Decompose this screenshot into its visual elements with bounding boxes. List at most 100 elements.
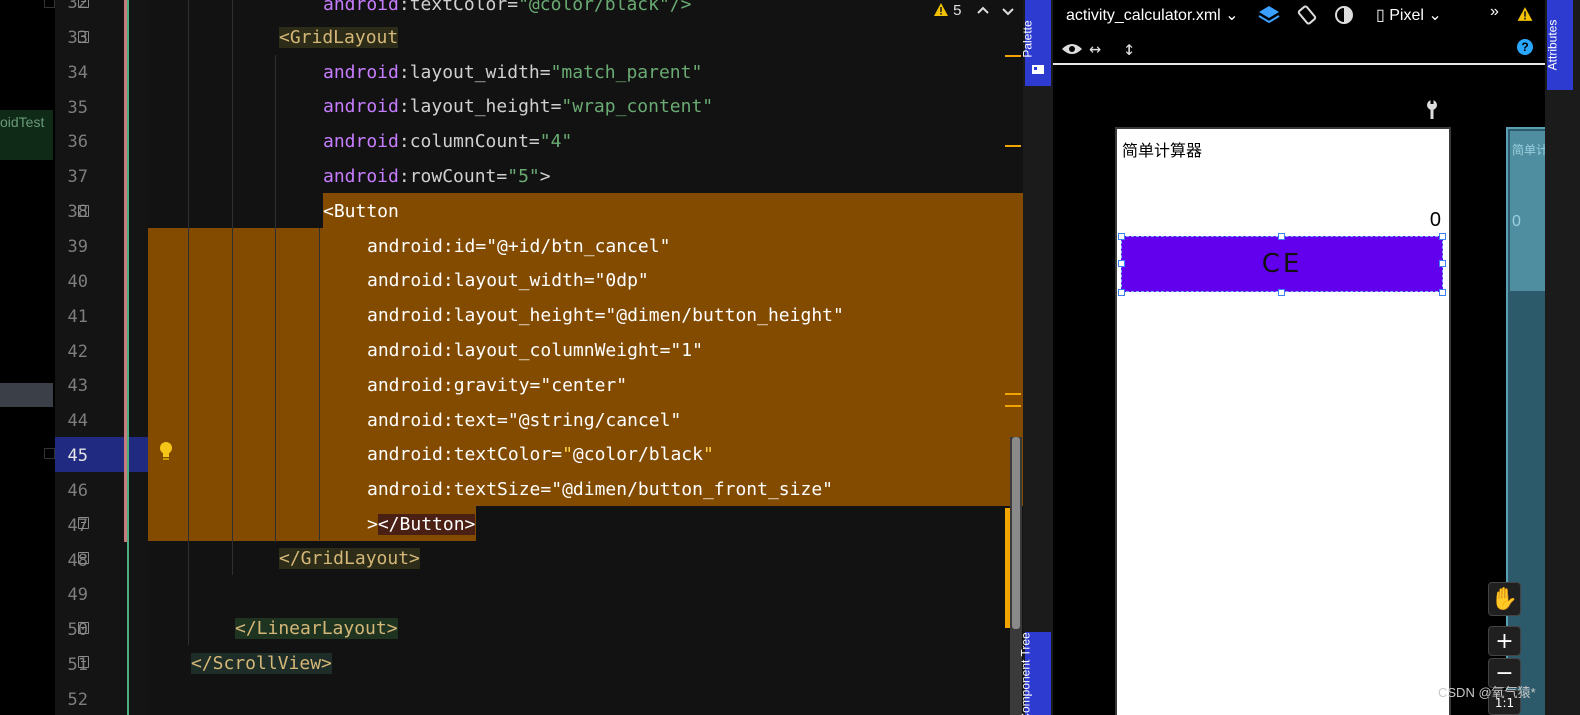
line-number: 52 — [67, 690, 88, 710]
line-number: 49 — [67, 585, 88, 606]
code-line-33: <GridLayout — [279, 27, 399, 48]
error-stripe-mark[interactable] — [1005, 145, 1021, 147]
file-name: activity_calculator.xml — [1066, 7, 1221, 24]
selection-stripe-mark — [1005, 508, 1010, 628]
warning-icon[interactable] — [1516, 6, 1534, 22]
palette-icon — [1032, 65, 1044, 74]
app-title: 简单计算器 — [1122, 143, 1203, 160]
editor-scrollbar-thumb[interactable] — [1012, 437, 1020, 629]
code-line-50: </LinearLayout> — [235, 618, 398, 639]
resize-handle[interactable] — [1439, 260, 1446, 267]
code-line-39: android:id="@+id/btn_cancel" — [367, 236, 671, 257]
selection-highlight — [323, 193, 1023, 228]
palette-tab[interactable]: Palette — [1021, 0, 1051, 86]
design-secondary-toolbar: ↔ ↕ ? — [1053, 33, 1545, 65]
attributes-tab-label: Attributes — [1545, 19, 1560, 71]
resize-handle[interactable] — [1278, 233, 1285, 240]
horizontal-resize-icon[interactable]: ↔ — [1089, 36, 1101, 60]
line-number: 36 — [67, 132, 88, 153]
code-line-47: ></Button> — [367, 514, 476, 535]
zoom-in-label: + — [1495, 628, 1514, 654]
vertical-resize-icon[interactable]: ↕ — [1123, 36, 1135, 60]
fold-marker-icon[interactable] — [78, 0, 89, 8]
chevron-down-icon: ⌄ — [1225, 7, 1239, 24]
component-tree-tab-label: Component Tree — [1018, 632, 1033, 715]
eye-icon[interactable] — [1061, 39, 1083, 59]
code-line-44: android:text="@string/cancel" — [367, 410, 682, 431]
error-stripe-mark[interactable] — [1005, 405, 1021, 407]
fold-marker-icon[interactable] — [78, 656, 89, 668]
line-number: 43 — [67, 376, 88, 397]
fold-marker-icon[interactable] — [78, 31, 89, 43]
wrench-icon[interactable] — [1425, 100, 1439, 120]
fold-marker-icon[interactable] — [78, 552, 89, 564]
fold-marker-icon[interactable] — [78, 205, 89, 217]
code-line-46: android:textSize="@dimen/button_front_si… — [367, 479, 833, 500]
indent-guide — [319, 228, 320, 540]
resize-handle[interactable] — [1439, 233, 1446, 240]
fold-marker-icon[interactable] — [78, 517, 89, 529]
error-stripe-mark[interactable] — [1005, 393, 1021, 395]
resize-handle[interactable] — [1118, 233, 1125, 240]
design-preview: activity_calculator.xml ⌄ ▯ Pixel ⌄ » ↔ … — [1053, 0, 1551, 715]
orientation-icon[interactable] — [1296, 4, 1318, 26]
layers-icon[interactable] — [1257, 4, 1281, 26]
chevron-down-icon[interactable] — [1001, 4, 1015, 18]
line-number: 46 — [67, 480, 88, 501]
inspection-widget[interactable]: 5 — [933, 2, 962, 19]
line-number: 35 — [67, 97, 88, 118]
file-selector[interactable]: activity_calculator.xml ⌄ — [1066, 5, 1239, 25]
blueprint-title: 简单计 — [1512, 143, 1549, 157]
warning-count: 5 — [953, 2, 962, 19]
project-selection-marker — [0, 383, 53, 407]
more-actions-icon[interactable]: » — [1490, 3, 1499, 21]
code-line-41: android:layout_height="@dimen/button_hei… — [367, 305, 844, 326]
cancel-button[interactable]: CE — [1121, 236, 1443, 292]
line-number: 45 — [67, 446, 88, 467]
line-number: 40 — [67, 271, 88, 292]
code-line-42: android:layout_columnWeight="1" — [367, 340, 703, 361]
zoom-in-button[interactable]: + — [1488, 626, 1521, 656]
theme-icon[interactable] — [1333, 4, 1355, 26]
fold-marker-icon[interactable] — [78, 622, 89, 634]
device-selector[interactable]: ▯ Pixel ⌄ — [1376, 5, 1442, 25]
warning-icon — [934, 3, 948, 16]
lightbulb-icon[interactable] — [158, 441, 174, 463]
indent-guide — [188, 0, 189, 645]
code-line-38: <Button — [323, 201, 399, 222]
watermark: CSDN @氧气猿* — [1438, 685, 1536, 700]
code-line-45: android:textColor="@color/black" — [367, 444, 714, 465]
bookmark-icon[interactable] — [44, 0, 55, 8]
calculator-display[interactable]: 0 — [1430, 209, 1441, 232]
component-tree-tab[interactable]: Component Tree — [1019, 632, 1051, 715]
attributes-tab[interactable]: Attributes — [1545, 0, 1573, 90]
resize-handle[interactable] — [1118, 289, 1125, 296]
blueprint-value: 0 — [1512, 213, 1521, 230]
code-line-40: android:layout_width="0dp" — [367, 270, 649, 291]
code-line-51: </ScrollView> — [191, 653, 332, 674]
code-editor[interactable]: android:textColor="@color/black"/> <Grid… — [148, 0, 1023, 715]
bookmark-icon[interactable] — [44, 448, 55, 459]
resize-handle[interactable] — [1278, 289, 1285, 296]
code-line-43: android:gravity="center" — [367, 375, 628, 396]
help-icon[interactable]: ? — [1517, 39, 1533, 55]
resize-handle[interactable] — [1439, 289, 1446, 296]
code-line-36: android:columnCount="4" — [323, 131, 573, 152]
resize-handle[interactable] — [1118, 260, 1125, 267]
error-stripe-mark[interactable] — [1005, 55, 1021, 57]
left-tool-strip: Palette Component Tree — [1019, 0, 1053, 715]
project-tab-label: oidTest — [0, 114, 45, 130]
project-panel-strip: oidTest — [0, 0, 55, 715]
line-number: 34 — [67, 62, 88, 83]
code-line-37: android:rowCount="5"> — [323, 166, 551, 187]
line-number: 37 — [67, 167, 88, 188]
pan-tool-button[interactable]: ✋ — [1488, 582, 1521, 616]
cancel-button-label: CE — [1261, 249, 1303, 279]
chevron-up-icon[interactable] — [976, 4, 990, 18]
device-frame[interactable]: 简单计算器 0 CE — [1115, 127, 1451, 715]
line-number: 44 — [67, 411, 88, 432]
project-tab[interactable]: oidTest — [0, 110, 53, 160]
design-toolbar: activity_calculator.xml ⌄ ▯ Pixel ⌄ » — [1053, 0, 1545, 30]
code-line-48: </GridLayout> — [279, 548, 420, 569]
indent-guide — [275, 55, 276, 542]
